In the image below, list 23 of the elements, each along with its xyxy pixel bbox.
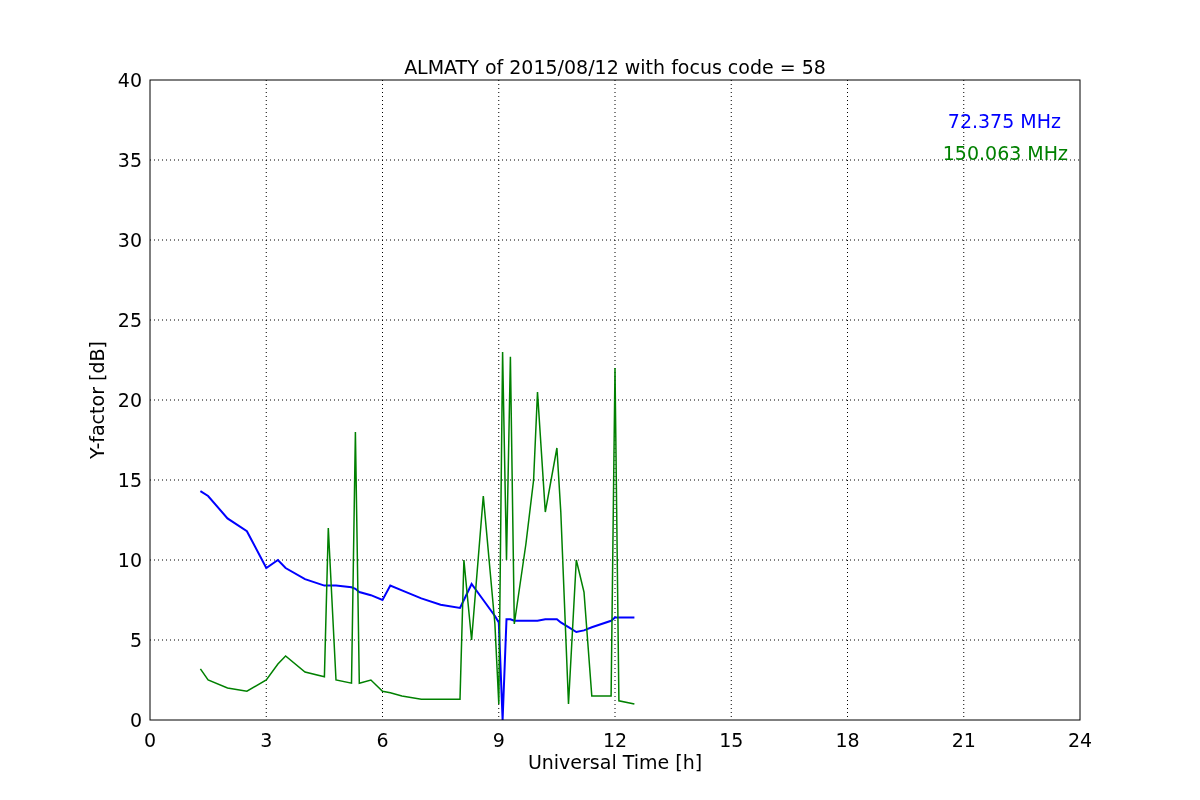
y-tick-label: 15 bbox=[117, 469, 142, 491]
chart-title: ALMATY of 2015/08/12 with focus code = 58 bbox=[404, 56, 826, 78]
y-axis-label: Y-factor [dB] bbox=[86, 341, 108, 459]
y-tick-label: 25 bbox=[117, 309, 142, 331]
y-tick-label: 40 bbox=[117, 69, 142, 91]
y-tick-label: 30 bbox=[117, 229, 142, 251]
y-tick-label: 10 bbox=[117, 549, 142, 571]
x-tick-label: 9 bbox=[492, 729, 505, 751]
legend-label: 150.063 MHz bbox=[942, 142, 1068, 164]
y-tick-label: 0 bbox=[129, 709, 142, 731]
x-tick-label: 12 bbox=[602, 729, 628, 751]
x-tick-label: 21 bbox=[951, 729, 976, 751]
y-tick-label: 35 bbox=[117, 149, 142, 171]
x-tick-label: 15 bbox=[719, 729, 744, 751]
x-tick-label: 3 bbox=[260, 729, 273, 751]
x-tick-label: 18 bbox=[835, 729, 860, 751]
x-axis-label: Universal Time [h] bbox=[527, 751, 703, 773]
y-tick-label: 20 bbox=[117, 389, 142, 411]
y-tick-label: 5 bbox=[129, 629, 142, 651]
legend-label: 72.375 MHz bbox=[947, 110, 1061, 132]
x-tick-label: 6 bbox=[376, 729, 389, 751]
x-tick-label: 24 bbox=[1067, 729, 1093, 751]
x-tick-label: 0 bbox=[143, 729, 157, 751]
